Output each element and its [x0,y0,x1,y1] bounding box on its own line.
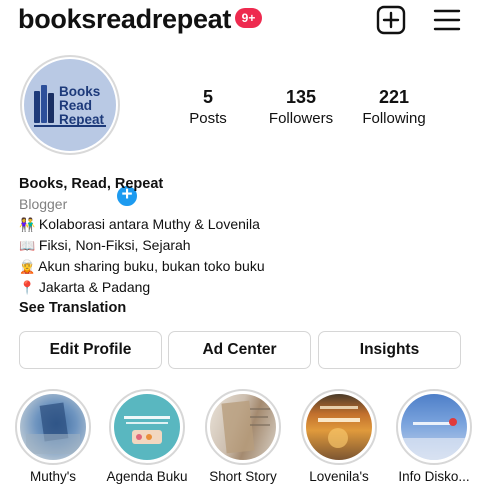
avatar-logo-text: Books Read Repeat [59,84,105,127]
highlight-ring [396,389,472,465]
highlight-label: Info Disko... [398,469,470,484]
highlight-ring [109,389,185,465]
profile-avatar[interactable]: Books Read Repeat + [20,55,140,209]
notification-badge[interactable]: 9+ [235,8,262,28]
highlight-lovenilas[interactable]: Lovenila's [291,389,387,484]
following-label: Following [362,110,426,127]
profile-name: Books, Read, Repeat [19,176,164,192]
following-count: 221 [378,87,410,107]
bio-line-text: Fiksi, Non-Fiksi, Sejarah [38,237,191,253]
highlight-muthys[interactable]: Muthy's [5,389,101,484]
ad-center-button[interactable]: Ad Center [168,331,311,369]
highlight-info-diskon[interactable]: Info Disko... [386,389,480,484]
highlight-label: Short Story [209,469,277,484]
bio-line-text: Akun sharing buku, bukan toko buku [38,258,265,274]
bio-line: 👫 Kolaborasi antara Muthy & Lovenila [19,214,459,235]
avatar-underline [34,125,106,127]
open-book-icon: 📖 [19,238,36,253]
profile-category: Blogger [19,196,68,212]
highlight-short-story[interactable]: Short Story [195,389,291,484]
bio-line: 🧝 Akun sharing buku, bukan toko buku [19,256,459,277]
person-icon: 🧝 [19,259,36,274]
book-icon [34,91,40,123]
highlight-cover [114,394,180,460]
book-icon [48,93,54,123]
bio-line: 📍 Jakarta & Padang [19,277,459,298]
username-title[interactable]: booksreadrepeat [18,4,231,35]
edit-profile-button[interactable]: Edit Profile [19,331,162,369]
top-bar: booksreadrepeat 9+ [0,0,480,40]
highlight-label: Lovenila's [309,469,369,484]
profile-bio: Books, Read, Repeat Blogger 👫 Kolaborasi… [19,174,459,319]
bio-line-text: Jakarta & Padang [38,279,151,295]
pin-icon: 📍 [19,280,36,295]
highlight-cover [401,394,467,460]
highlight-label: Agenda Buku [106,469,188,484]
highlight-cover [210,394,276,460]
bio-line: 📖 Fiksi, Non-Fiksi, Sejarah [19,235,459,256]
highlight-ring [15,389,91,465]
bio-line-text: Kolaborasi antara Muthy & Lovenila [38,216,260,232]
highlight-ring [301,389,377,465]
following-stat[interactable]: 221 Following [339,87,449,127]
menu-icon[interactable] [432,5,462,35]
highlight-label: Muthy's [29,469,77,484]
book-icon [41,85,47,123]
profile-actions: Edit Profile Ad Center Insights [0,331,480,369]
highlight-agenda-buku[interactable]: Agenda Buku [99,389,195,484]
highlight-ring [205,389,281,465]
see-translation-link[interactable]: See Translation [19,298,459,319]
avatar-image: Books Read Repeat [24,59,116,151]
couple-icon: 👫 [19,217,36,232]
new-post-icon[interactable] [376,5,406,35]
highlight-cover [20,394,86,460]
highlight-cover [306,394,372,460]
insights-button[interactable]: Insights [318,331,461,369]
